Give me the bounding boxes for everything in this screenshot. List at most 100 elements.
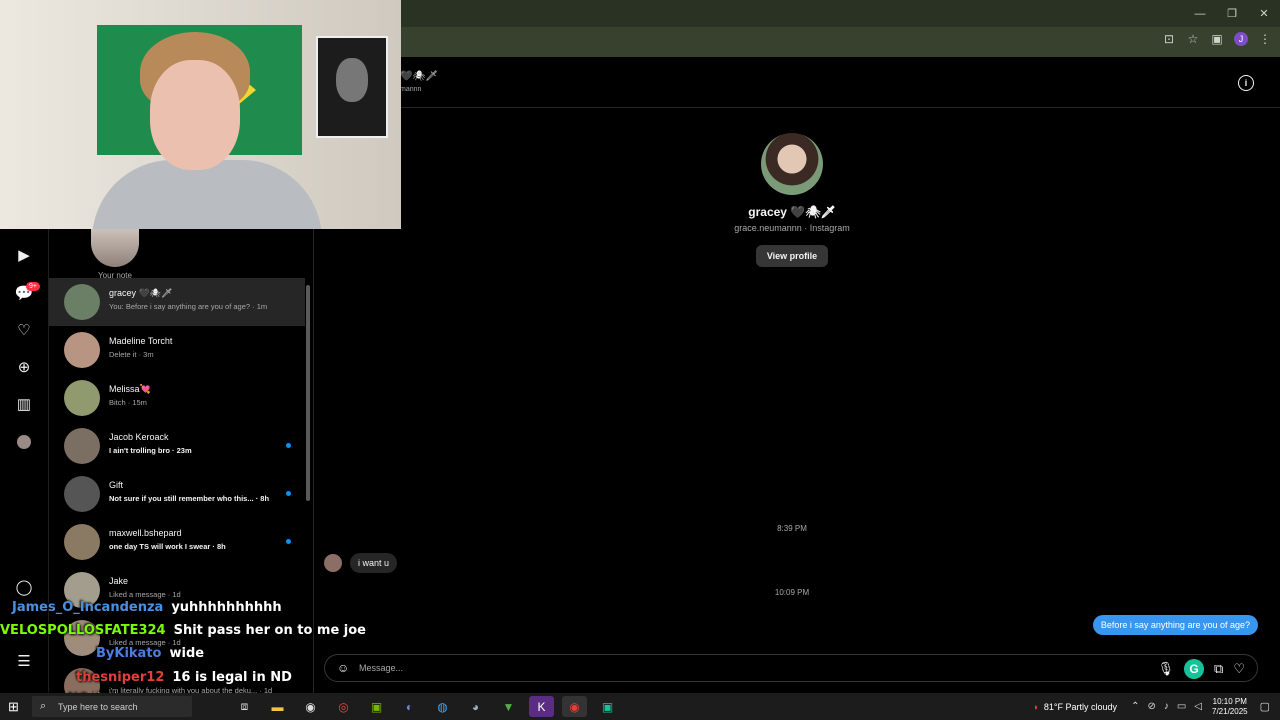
conversation-item[interactable]: Madeline Torcht Delete it · 3m — [49, 326, 305, 374]
weather-text: 81°F Partly cloudy — [1043, 701, 1118, 712]
conversation-preview: Not sure if you still remember who this.… — [109, 494, 270, 503]
info-icon[interactable]: i — [1238, 75, 1254, 91]
your-note[interactable]: Your note — [73, 227, 157, 280]
webcam-overlay — [0, 0, 401, 229]
conversation-item[interactable]: Gift Not sure if you still remember who t… — [49, 470, 305, 518]
system-tray: ◑ 81°F Partly cloudy ⌃ ⊘ ♪ ▭ ◁ 10:10 PM … — [1032, 693, 1280, 720]
conversation-item[interactable]: maxwell.bshepard one day TS will work I s… — [49, 518, 305, 566]
bookmark-star-icon[interactable]: ☆ — [1186, 32, 1200, 46]
message-composer[interactable]: ☺ Message... 🎙 G ⧉ ♡ — [324, 654, 1258, 682]
emoji-icon[interactable]: ☺ — [337, 661, 349, 675]
chat-username: thesniper12 — [76, 670, 165, 685]
conversation-item[interactable]: gracey 🖤🕷🗡 You: Before i say anything are… — [49, 278, 305, 326]
search-placeholder: Type here to search — [58, 702, 138, 712]
conversation-preview: i'm literally fucking with you about the… — [109, 686, 273, 693]
steam-icon[interactable]: ◕ — [463, 696, 488, 717]
heart-icon[interactable]: ♡ — [14, 320, 34, 340]
clock[interactable]: 10:10 PM 7/21/2025 — [1212, 697, 1248, 717]
discord-icon[interactable]: ◐ — [397, 696, 422, 717]
like-heart-icon[interactable]: ♡ — [1233, 661, 1245, 677]
address-bar[interactable] — [402, 33, 1162, 51]
close-button[interactable]: ✕ — [1248, 0, 1280, 27]
edge-icon[interactable]: ◍ — [430, 696, 455, 717]
menu-kebab-icon[interactable]: ⋮ — [1258, 32, 1272, 46]
volume-icon[interactable]: ◁ — [1194, 701, 1202, 712]
chrome-icon[interactable]: ◉ — [562, 696, 587, 717]
incoming-message[interactable]: i want u — [350, 553, 398, 573]
outgoing-message[interactable]: Before i say anything are you of age? — [1092, 615, 1258, 635]
maximize-button[interactable]: ❐ — [1216, 0, 1248, 27]
grammarly-icon[interactable]: G — [1184, 659, 1205, 679]
scrollbar[interactable] — [306, 285, 310, 501]
network-icon[interactable]: ▭ — [1177, 701, 1186, 712]
poster-portrait — [336, 58, 368, 102]
wall-poster — [316, 36, 388, 138]
windows-taskbar: ⊞ ⌕ Type here to search ⧈ ▬ ◉ ◎ ▣ ◐ ◍ ◕ … — [0, 693, 1280, 720]
sticker-icon[interactable]: ⧉ — [1214, 661, 1223, 677]
tray-icons: ⌃ ⊘ ♪ ▭ ◁ — [1131, 701, 1202, 712]
dashboard-icon[interactable]: ▥ — [14, 394, 34, 414]
chat-username: ByKikato — [96, 646, 162, 661]
chat-username: VELOSPOLLOSFATE324 — [0, 623, 166, 638]
stream-chat-message: ByKikato wide — [96, 646, 204, 661]
stream-chat-message: thesniper12 16 is legal in ND — [76, 670, 292, 685]
profile-avatar[interactable]: J — [1234, 32, 1248, 46]
unread-dot — [286, 491, 291, 496]
view-profile-button[interactable]: View profile — [755, 245, 829, 267]
profile-name: gracey 🖤🕷🗡 — [748, 205, 836, 219]
streamer-face — [150, 60, 240, 170]
message-timestamp: 10:09 PM — [774, 588, 810, 597]
microphone-icon[interactable]: 🎙 — [1158, 661, 1175, 677]
pinned-apps: ⧈ ▬ ◉ ◎ ▣ ◐ ◍ ◕ ▼ K ◉ ▣ — [232, 696, 620, 717]
task-view-icon[interactable]: ⧈ — [232, 696, 257, 717]
minimize-button[interactable]: — — [1184, 0, 1216, 27]
nvidia-icon[interactable]: ▣ — [364, 696, 389, 717]
weather-widget[interactable]: ◑ 81°F Partly cloudy — [1032, 702, 1117, 712]
microphone-icon[interactable]: ♪ — [1164, 701, 1169, 712]
conversation-preview: Liked a message · 1d — [109, 590, 181, 599]
toolbar-icons: ⊡ ☆ ▣ J ⋮ — [1162, 32, 1272, 46]
recorder-icon[interactable]: ◎ — [331, 696, 356, 717]
reels-icon[interactable]: ▶ — [14, 245, 34, 265]
conversation-avatar — [64, 428, 100, 464]
conversation-preview: one day TS will work I swear · 8h — [109, 542, 226, 551]
obs-icon[interactable]: ◉ — [298, 696, 323, 717]
profile-avatar[interactable] — [17, 435, 31, 449]
create-icon[interactable]: ⊕ — [14, 357, 34, 377]
sender-avatar[interactable] — [324, 554, 342, 572]
composer-actions: 🎙 G ⧉ ♡ — [1158, 659, 1245, 679]
conversation-name: gracey 🖤🕷🗡 — [109, 288, 173, 298]
profile-subtitle: grace.neumannn · Instagram — [734, 223, 850, 233]
conversation-name: maxwell.bshepard — [109, 528, 182, 538]
conversation-item[interactable]: Melissa💘 Bitch · 15m — [49, 374, 305, 422]
threads-icon[interactable]: ◯ — [14, 577, 34, 597]
conversation-name: Jake — [109, 576, 129, 586]
install-app-icon[interactable]: ⊡ — [1162, 32, 1176, 46]
vlc-icon[interactable]: ▼ — [496, 696, 521, 717]
taskbar-search[interactable]: ⌕ Type here to search — [32, 696, 192, 717]
incoming-message-row: i want u — [324, 553, 398, 573]
app-icon[interactable]: ▣ — [595, 696, 620, 717]
profile-avatar[interactable] — [761, 133, 823, 195]
sidebar-icon[interactable]: ▣ — [1210, 32, 1224, 46]
notification-icon[interactable]: ▢ — [1260, 700, 1270, 713]
chat-text: 16 is legal in ND — [172, 670, 292, 685]
windows-start-icon[interactable]: ⊞ — [8, 699, 19, 715]
stream-chat-message: VELOSPOLLOSFATE324 Shit pass her on to me… — [0, 623, 366, 638]
clock-time: 10:10 PM — [1212, 696, 1247, 706]
chevron-up-icon[interactable]: ⌃ — [1131, 701, 1139, 712]
chat-header: 🖤🕷🗡 mannn i — [314, 57, 1280, 108]
menu-icon[interactable]: ☰ — [14, 651, 34, 671]
conversation-name: Melissa💘 — [109, 384, 151, 394]
conversation-preview: Bitch · 15m — [109, 398, 147, 407]
message-input[interactable]: Message... — [359, 663, 403, 673]
header-name[interactable]: 🖤🕷🗡 — [400, 71, 438, 82]
kick-icon[interactable]: K — [529, 696, 554, 717]
conversation-item[interactable]: Jacob Keroack I ain't trolling bro · 23m — [49, 422, 305, 470]
conversation-preview: Delete it · 3m — [109, 350, 154, 359]
conversation-avatar — [64, 524, 100, 560]
camera-off-icon[interactable]: ⊘ — [1147, 701, 1155, 712]
file-explorer-icon[interactable]: ▬ — [265, 696, 290, 717]
search-icon: ⌕ — [40, 700, 47, 712]
conversation-name: Gift — [109, 480, 124, 490]
